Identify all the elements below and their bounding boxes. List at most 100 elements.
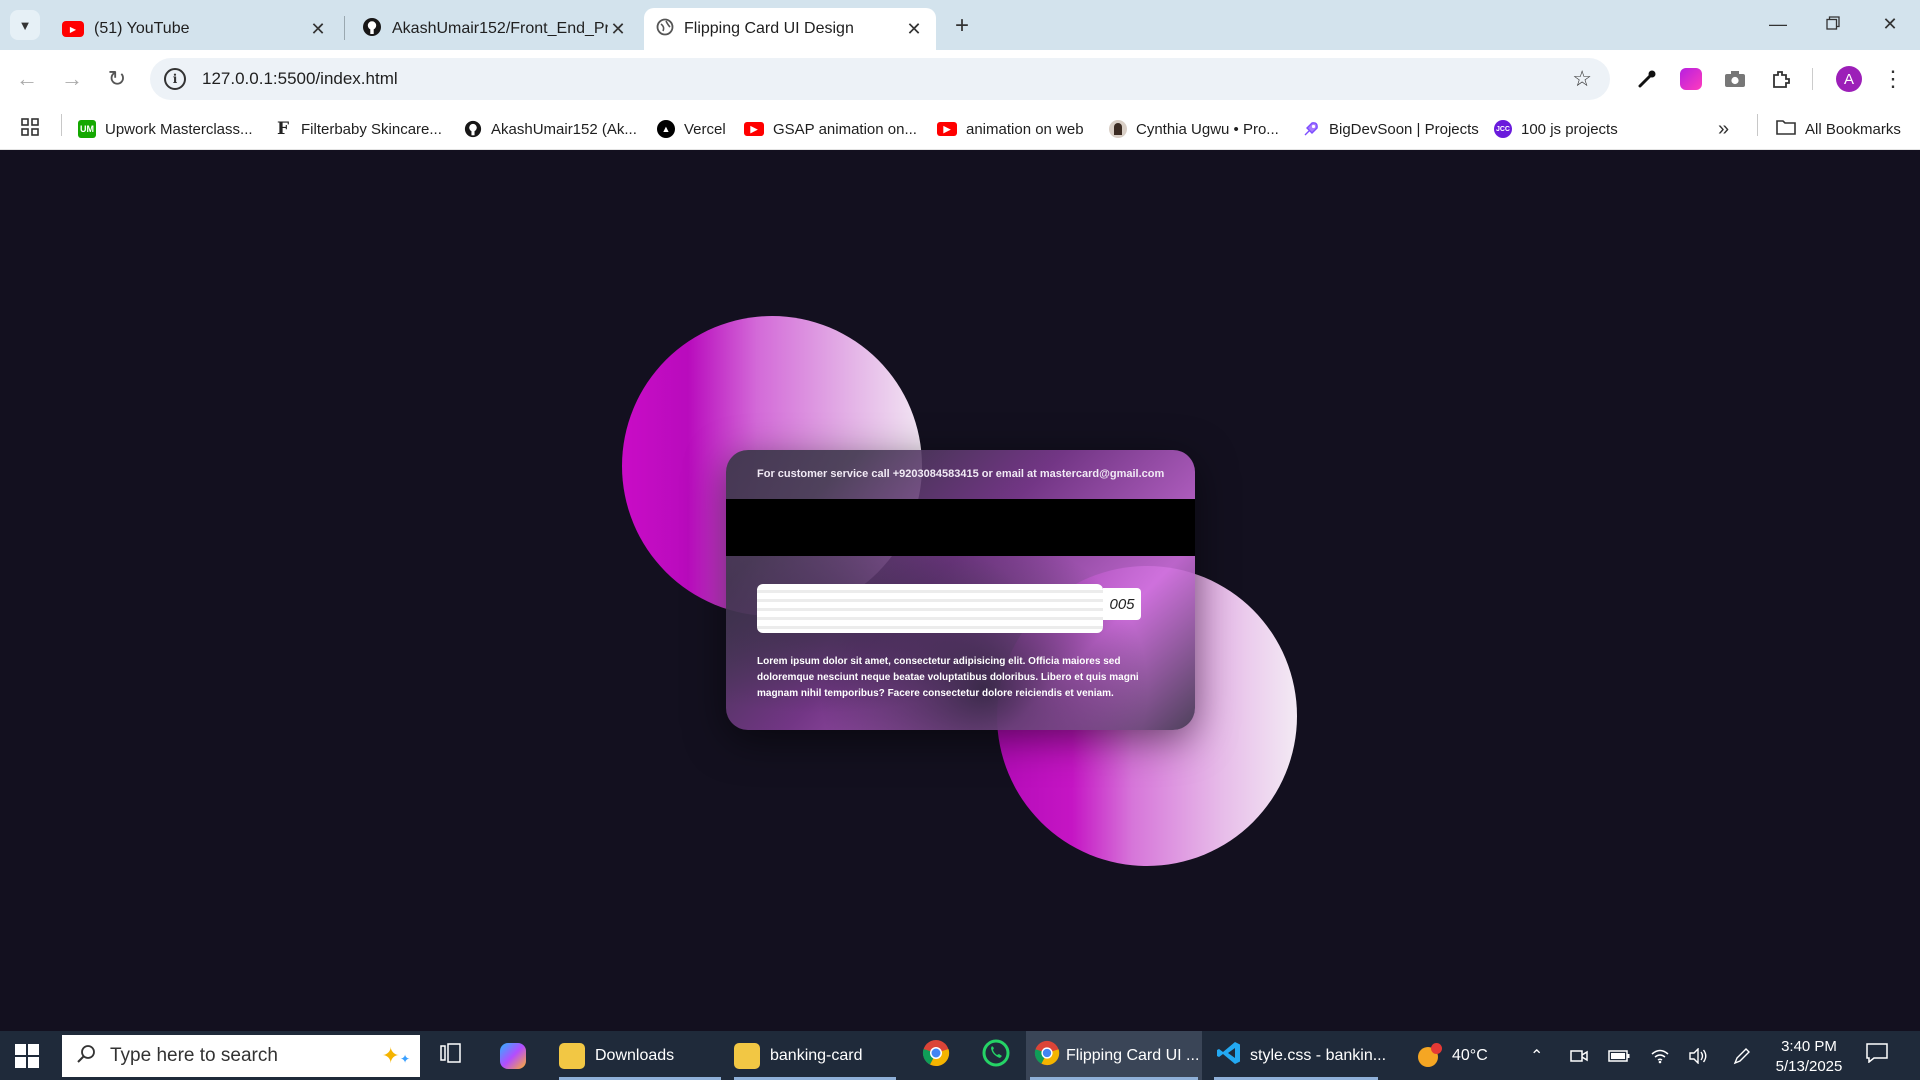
task-view-icon: [440, 1043, 462, 1068]
taskbar-chrome[interactable]: [916, 1031, 956, 1080]
reload-button[interactable]: ↻: [100, 62, 134, 96]
bookmark-label: Vercel: [684, 120, 726, 138]
github-icon: [464, 120, 482, 138]
windows-taskbar: Type here to search ✦✦ Downloads banking…: [0, 1031, 1920, 1080]
task-view-button[interactable]: [434, 1031, 468, 1080]
upwork-icon: UM: [78, 120, 96, 138]
taskbar-downloads[interactable]: Downloads: [555, 1031, 725, 1080]
bookmark-bigdevsoon[interactable]: BigDevSoon | Projects: [1302, 116, 1479, 142]
folder-icon: [559, 1042, 585, 1069]
minimize-icon: —: [1769, 13, 1787, 34]
start-button[interactable]: [12, 1041, 42, 1071]
bookmark-label: GSAP animation on...: [773, 120, 917, 138]
bookmark-label: Upwork Masterclass...: [105, 120, 253, 138]
taskbar-item-label: style.css - bankin...: [1250, 1046, 1387, 1064]
taskbar-banking-card[interactable]: banking-card: [730, 1031, 900, 1080]
github-icon: [362, 17, 382, 42]
close-icon: ✕: [1882, 13, 1898, 34]
weather-temperature: 40°C: [1452, 1046, 1488, 1064]
bookmark-animation-web[interactable]: ▶ animation on web: [937, 116, 1084, 142]
vscode-icon: [1216, 1040, 1242, 1071]
copilot-button[interactable]: [496, 1031, 530, 1080]
extensions-puzzle-icon[interactable]: [1766, 64, 1796, 94]
close-icon[interactable]: ✕: [904, 19, 924, 39]
minimize-button[interactable]: —: [1758, 8, 1798, 40]
camera-icon[interactable]: [1720, 64, 1750, 94]
folder-icon: [1776, 119, 1796, 139]
tab-title: Flipping Card UI Design: [684, 20, 854, 37]
wifi-icon[interactable]: [1650, 1031, 1670, 1080]
arrow-left-icon: ←: [16, 66, 38, 91]
close-window-button[interactable]: ✕: [1870, 8, 1910, 40]
kebab-menu-icon[interactable]: ⋮: [1878, 64, 1908, 94]
copilot-sparkle-icon: ✦✦: [381, 1043, 411, 1068]
tab-youtube[interactable]: ▶ (51) YouTube ✕: [50, 8, 340, 50]
bank-card-back[interactable]: For customer service call +9203084583415…: [726, 450, 1195, 730]
signature-strip: [757, 584, 1103, 633]
toolbar-divider: [1812, 68, 1813, 90]
tab-search-button[interactable]: ▼: [10, 10, 40, 40]
new-tab-button[interactable]: +: [948, 12, 976, 40]
rocket-icon: [1302, 120, 1320, 138]
taskbar-search[interactable]: Type here to search ✦✦: [62, 1035, 420, 1077]
back-button[interactable]: ←: [10, 62, 44, 96]
chevron-double-right-icon: »: [1718, 117, 1730, 140]
copilot-icon: [500, 1042, 526, 1069]
bookmark-filterbaby[interactable]: F Filterbaby Skincare...: [274, 116, 442, 142]
bookmark-star-icon[interactable]: ☆: [1572, 66, 1592, 92]
taskbar-vscode[interactable]: style.css - bankin...: [1210, 1031, 1386, 1080]
weather-widget[interactable]: 40°C: [1416, 1031, 1488, 1080]
bookmark-github[interactable]: AkashUmair152 (Ak...: [464, 116, 637, 142]
browser-toolbar: ← → ↻ i 127.0.0.1:5500/index.html ☆ ⋮: [0, 50, 1920, 108]
tab-title: (51) YouTube: [94, 20, 190, 37]
notifications-button[interactable]: [1866, 1031, 1888, 1080]
tab-github[interactable]: AkashUmair152/Front_End_Proj ✕: [350, 8, 640, 50]
cynthia-icon: [1109, 120, 1127, 138]
battery-icon[interactable]: [1608, 1031, 1630, 1080]
bookmark-100-js[interactable]: JCC 100 js projects: [1494, 116, 1618, 142]
taskbar-whatsapp[interactable]: [976, 1031, 1016, 1080]
site-info-icon[interactable]: i: [164, 68, 186, 90]
vercel-icon: ▲: [657, 120, 675, 138]
taskbar-clock[interactable]: 3:40 PM 5/13/2025: [1766, 1037, 1852, 1077]
volume-icon[interactable]: [1688, 1031, 1708, 1080]
apps-grid-button[interactable]: [20, 116, 40, 142]
tab-divider: [344, 16, 345, 40]
close-icon[interactable]: ✕: [608, 19, 628, 39]
all-bookmarks-button[interactable]: All Bookmarks: [1776, 116, 1901, 142]
bookmark-vercel[interactable]: ▲ Vercel: [657, 116, 726, 142]
customer-service-text: For customer service call +9203084583415…: [757, 468, 1165, 480]
youtube-icon: ▶: [744, 122, 764, 136]
meet-now-icon[interactable]: [1570, 1031, 1588, 1080]
design-extension-icon[interactable]: [1676, 64, 1706, 94]
restore-button[interactable]: [1813, 8, 1853, 40]
globe-icon: [656, 18, 674, 41]
reload-icon: ↻: [107, 66, 127, 91]
chrome-icon: [1034, 1040, 1060, 1071]
eyedropper-extension-icon[interactable]: [1632, 64, 1662, 94]
tab-flipping-card[interactable]: Flipping Card UI Design ✕: [644, 8, 936, 50]
youtube-icon: ▶: [937, 122, 957, 136]
bookmarks-divider: [61, 114, 62, 136]
address-url[interactable]: 127.0.0.1:5500/index.html: [202, 69, 398, 89]
cvv-code: 005: [1103, 588, 1141, 620]
bookmark-label: 100 js projects: [1521, 120, 1618, 138]
plus-icon: +: [954, 12, 969, 39]
profile-avatar[interactable]: A: [1836, 66, 1862, 92]
bookmark-label: AkashUmair152 (Ak...: [491, 120, 637, 138]
magnetic-stripe: [726, 499, 1195, 556]
bookmark-cynthia[interactable]: Cynthia Ugwu • Pro...: [1109, 116, 1279, 142]
forward-button[interactable]: →: [55, 62, 89, 96]
pen-icon[interactable]: [1732, 1031, 1752, 1080]
chevron-down-icon: ▼: [18, 17, 32, 33]
show-hidden-icons-button[interactable]: ⌃: [1530, 1031, 1543, 1080]
bookmark-upwork[interactable]: UM Upwork Masterclass...: [78, 116, 253, 142]
restore-icon: [1826, 14, 1840, 35]
address-bar[interactable]: i 127.0.0.1:5500/index.html ☆: [150, 58, 1610, 100]
taskbar-chrome-flipping-card[interactable]: Flipping Card UI ...: [1026, 1031, 1202, 1080]
notification-icon: [1866, 1043, 1888, 1068]
taskbar-item-label: Flipping Card UI ...: [1066, 1046, 1200, 1064]
bookmark-gsap[interactable]: ▶ GSAP animation on...: [744, 116, 917, 142]
close-icon[interactable]: ✕: [308, 19, 328, 39]
more-bookmarks-button[interactable]: »: [1718, 116, 1729, 142]
